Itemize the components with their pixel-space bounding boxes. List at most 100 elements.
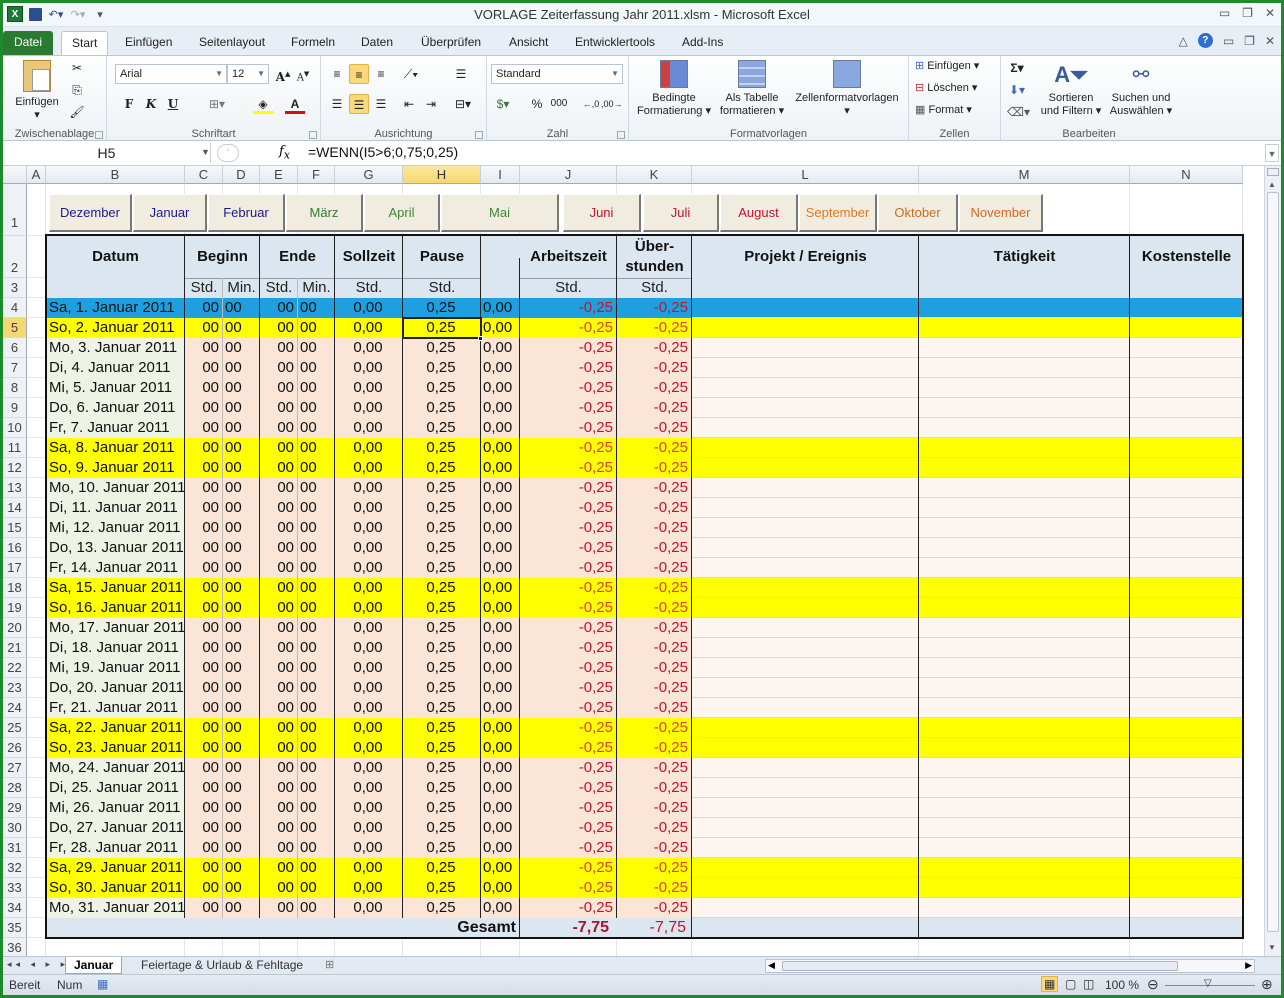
ende-std-cell[interactable]: 00: [262, 538, 294, 558]
date-cell[interactable]: Mo, 3. Januar 2011: [49, 338, 184, 358]
beginn-min-cell[interactable]: 00: [225, 838, 256, 858]
date-cell[interactable]: So, 2. Januar 2011: [49, 318, 184, 338]
ueberstunden-cell[interactable]: -0,25: [619, 498, 688, 518]
i-cell[interactable]: 0,00: [483, 338, 516, 358]
beginn-min-cell[interactable]: 00: [225, 818, 256, 838]
shrink-font-icon[interactable]: A▼: [293, 64, 313, 84]
beginn-std-cell[interactable]: 00: [187, 458, 219, 478]
i-cell[interactable]: 0,00: [483, 658, 516, 678]
doc-restore-icon[interactable]: ❐: [1244, 34, 1255, 48]
formula-expand-icon[interactable]: ◦: [217, 144, 239, 162]
row-header-10[interactable]: 10: [3, 418, 27, 438]
beginn-min-cell[interactable]: 00: [225, 538, 256, 558]
beginn-std-cell[interactable]: 00: [187, 698, 219, 718]
beginn-std-cell[interactable]: 00: [187, 378, 219, 398]
pause-cell[interactable]: 0,25: [405, 818, 477, 838]
i-cell[interactable]: 0,00: [483, 638, 516, 658]
beginn-std-cell[interactable]: 00: [187, 318, 219, 338]
ende-min-cell[interactable]: 00: [300, 858, 331, 878]
cell-styles-button[interactable]: Zellenformatvorlagen ▾: [789, 60, 905, 118]
beginn-min-cell[interactable]: 00: [225, 558, 256, 578]
beginn-std-cell[interactable]: 00: [187, 678, 219, 698]
pause-cell[interactable]: 0,25: [405, 698, 477, 718]
align-left-icon[interactable]: ☰: [327, 94, 347, 114]
month-button-januar[interactable]: Januar: [133, 194, 207, 232]
date-cell[interactable]: Mi, 26. Januar 2011: [49, 798, 184, 818]
arbeitszeit-cell[interactable]: -0,25: [522, 538, 613, 558]
row-header-34[interactable]: 34: [3, 898, 27, 918]
ueberstunden-cell[interactable]: -0,25: [619, 578, 688, 598]
restore-icon[interactable]: ❐: [1242, 6, 1253, 20]
arbeitszeit-cell[interactable]: -0,25: [522, 418, 613, 438]
conditional-formatting-button[interactable]: Bedingte Formatierung ▾: [635, 60, 713, 118]
ueberstunden-cell[interactable]: -0,25: [619, 718, 688, 738]
sollzeit-cell[interactable]: 0,00: [337, 778, 399, 798]
row-header-9[interactable]: 9: [3, 398, 27, 418]
beginn-min-cell[interactable]: 00: [225, 458, 256, 478]
arbeitszeit-cell[interactable]: -0,25: [522, 798, 613, 818]
beginn-min-cell[interactable]: 00: [225, 878, 256, 898]
row-header-25[interactable]: 25: [3, 718, 27, 738]
align-middle-icon[interactable]: ≡: [349, 64, 369, 84]
ende-std-cell[interactable]: 00: [262, 338, 294, 358]
ende-std-cell[interactable]: 00: [262, 498, 294, 518]
ende-min-cell[interactable]: 00: [300, 358, 331, 378]
ende-min-cell[interactable]: 00: [300, 678, 331, 698]
column-header-d[interactable]: D: [223, 166, 260, 184]
row-header-15[interactable]: 15: [3, 518, 27, 538]
ende-std-cell[interactable]: 00: [262, 598, 294, 618]
date-cell[interactable]: Di, 18. Januar 2011: [49, 638, 184, 658]
i-cell[interactable]: 0,00: [483, 718, 516, 738]
beginn-std-cell[interactable]: 00: [187, 738, 219, 758]
pause-cell[interactable]: 0,25: [405, 438, 477, 458]
beginn-std-cell[interactable]: 00: [187, 798, 219, 818]
i-cell[interactable]: 0,00: [483, 838, 516, 858]
ende-std-cell[interactable]: 00: [262, 398, 294, 418]
ende-min-cell[interactable]: 00: [300, 598, 331, 618]
date-cell[interactable]: Mo, 10. Januar 2011: [49, 478, 184, 498]
arbeitszeit-cell[interactable]: -0,25: [522, 558, 613, 578]
tab-ueberpruefen[interactable]: Überprüfen: [411, 31, 491, 55]
column-header-a[interactable]: A: [27, 166, 46, 184]
date-cell[interactable]: Sa, 1. Januar 2011: [49, 298, 184, 318]
date-cell[interactable]: Mi, 19. Januar 2011: [49, 658, 184, 678]
pause-cell[interactable]: 0,25: [405, 798, 477, 818]
beginn-min-cell[interactable]: 00: [225, 678, 256, 698]
accounting-format-icon[interactable]: $▾: [493, 94, 513, 114]
sollzeit-cell[interactable]: 0,00: [337, 578, 399, 598]
decrease-indent-icon[interactable]: ⇤: [399, 94, 419, 114]
arbeitszeit-cell[interactable]: -0,25: [522, 338, 613, 358]
column-header-g[interactable]: G: [335, 166, 403, 184]
arbeitszeit-cell[interactable]: -0,25: [522, 358, 613, 378]
arbeitszeit-cell[interactable]: -0,25: [522, 438, 613, 458]
sollzeit-cell[interactable]: 0,00: [337, 298, 399, 318]
i-cell[interactable]: 0,00: [483, 398, 516, 418]
font-size-combo[interactable]: 12 ▼: [227, 64, 269, 84]
beginn-min-cell[interactable]: 00: [225, 518, 256, 538]
date-cell[interactable]: Do, 20. Januar 2011: [49, 678, 184, 698]
row-header-16[interactable]: 16: [3, 538, 27, 558]
ueberstunden-cell[interactable]: -0,25: [619, 878, 688, 898]
pause-cell[interactable]: 0,25: [405, 318, 477, 338]
pause-cell[interactable]: 0,25: [405, 338, 477, 358]
font-launcher-icon[interactable]: [309, 131, 317, 139]
pause-cell[interactable]: 0,25: [405, 398, 477, 418]
i-cell[interactable]: 0,00: [483, 878, 516, 898]
date-cell[interactable]: Sa, 15. Januar 2011: [49, 578, 184, 598]
ende-std-cell[interactable]: 00: [262, 738, 294, 758]
date-cell[interactable]: Do, 13. Januar 2011: [49, 538, 184, 558]
i-cell[interactable]: 0,00: [483, 518, 516, 538]
wrap-text-icon[interactable]: ☰: [451, 64, 471, 84]
column-header-b[interactable]: B: [46, 166, 185, 184]
ende-std-cell[interactable]: 00: [262, 458, 294, 478]
ende-min-cell[interactable]: 00: [300, 718, 331, 738]
beginn-std-cell[interactable]: 00: [187, 298, 219, 318]
merge-center-icon[interactable]: ⊟▾: [453, 94, 473, 114]
date-cell[interactable]: So, 16. Januar 2011: [49, 598, 184, 618]
sollzeit-cell[interactable]: 0,00: [337, 838, 399, 858]
ende-min-cell[interactable]: 00: [300, 398, 331, 418]
beginn-std-cell[interactable]: 00: [187, 398, 219, 418]
row-header-17[interactable]: 17: [3, 558, 27, 578]
formula-input[interactable]: =WENN(I5>6;0,75;0,25): [308, 144, 458, 160]
month-button-oktober[interactable]: Oktober: [878, 194, 958, 232]
